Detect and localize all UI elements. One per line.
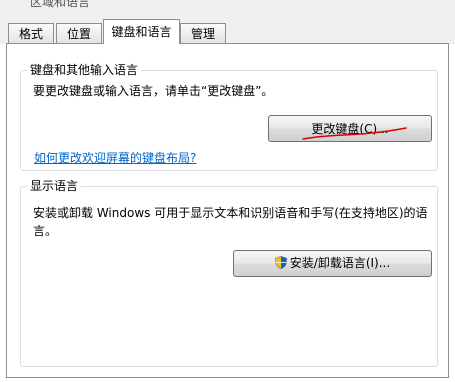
- tab-administrative[interactable]: 管理: [180, 23, 226, 43]
- tab-location[interactable]: 位置: [56, 23, 102, 43]
- keyboard-description: 要更改键盘或输入语言，请单击“更改键盘”。: [33, 84, 274, 98]
- tab-format[interactable]: 格式: [8, 23, 54, 43]
- install-uninstall-languages-label: 安装/卸载语言(I)...: [289, 256, 391, 270]
- uac-shield-icon: [274, 256, 287, 269]
- display-language-description-line1: 安装或卸载 Windows 可用于显示文本和识别语音和手写(在支持地区)的语: [33, 206, 428, 220]
- install-uninstall-languages-button[interactable]: 安装/卸载语言(I)...: [233, 250, 432, 277]
- keyboard-group-title: 键盘和其他输入语言: [27, 63, 142, 77]
- tab-content-panel: 键盘和其他输入语言 要更改键盘或输入语言，请单击“更改键盘”。 更改键盘(C).…: [6, 43, 449, 378]
- tab-strip: 格式 位置 键盘和语言 管理: [0, 14, 455, 44]
- tab-keyboards-and-languages[interactable]: 键盘和语言: [103, 19, 180, 44]
- keyboard-layout-help-link[interactable]: 如何更改欢迎屏幕的键盘布局?: [34, 149, 196, 166]
- window-title: 区域和语言: [30, 0, 91, 9]
- title-bar: 区域和语言: [0, 0, 455, 14]
- keyboard-group: 键盘和其他输入语言 要更改键盘或输入语言，请单击“更改键盘”。 更改键盘(C).…: [20, 63, 438, 171]
- display-language-group-title: 显示语言: [27, 179, 82, 193]
- display-language-description-line2: 言。: [33, 224, 58, 238]
- display-language-group: 显示语言 安装或卸载 Windows 可用于显示文本和识别语音和手写(在支持地区…: [20, 179, 438, 367]
- change-keyboard-button[interactable]: 更改键盘(C)...: [268, 115, 432, 142]
